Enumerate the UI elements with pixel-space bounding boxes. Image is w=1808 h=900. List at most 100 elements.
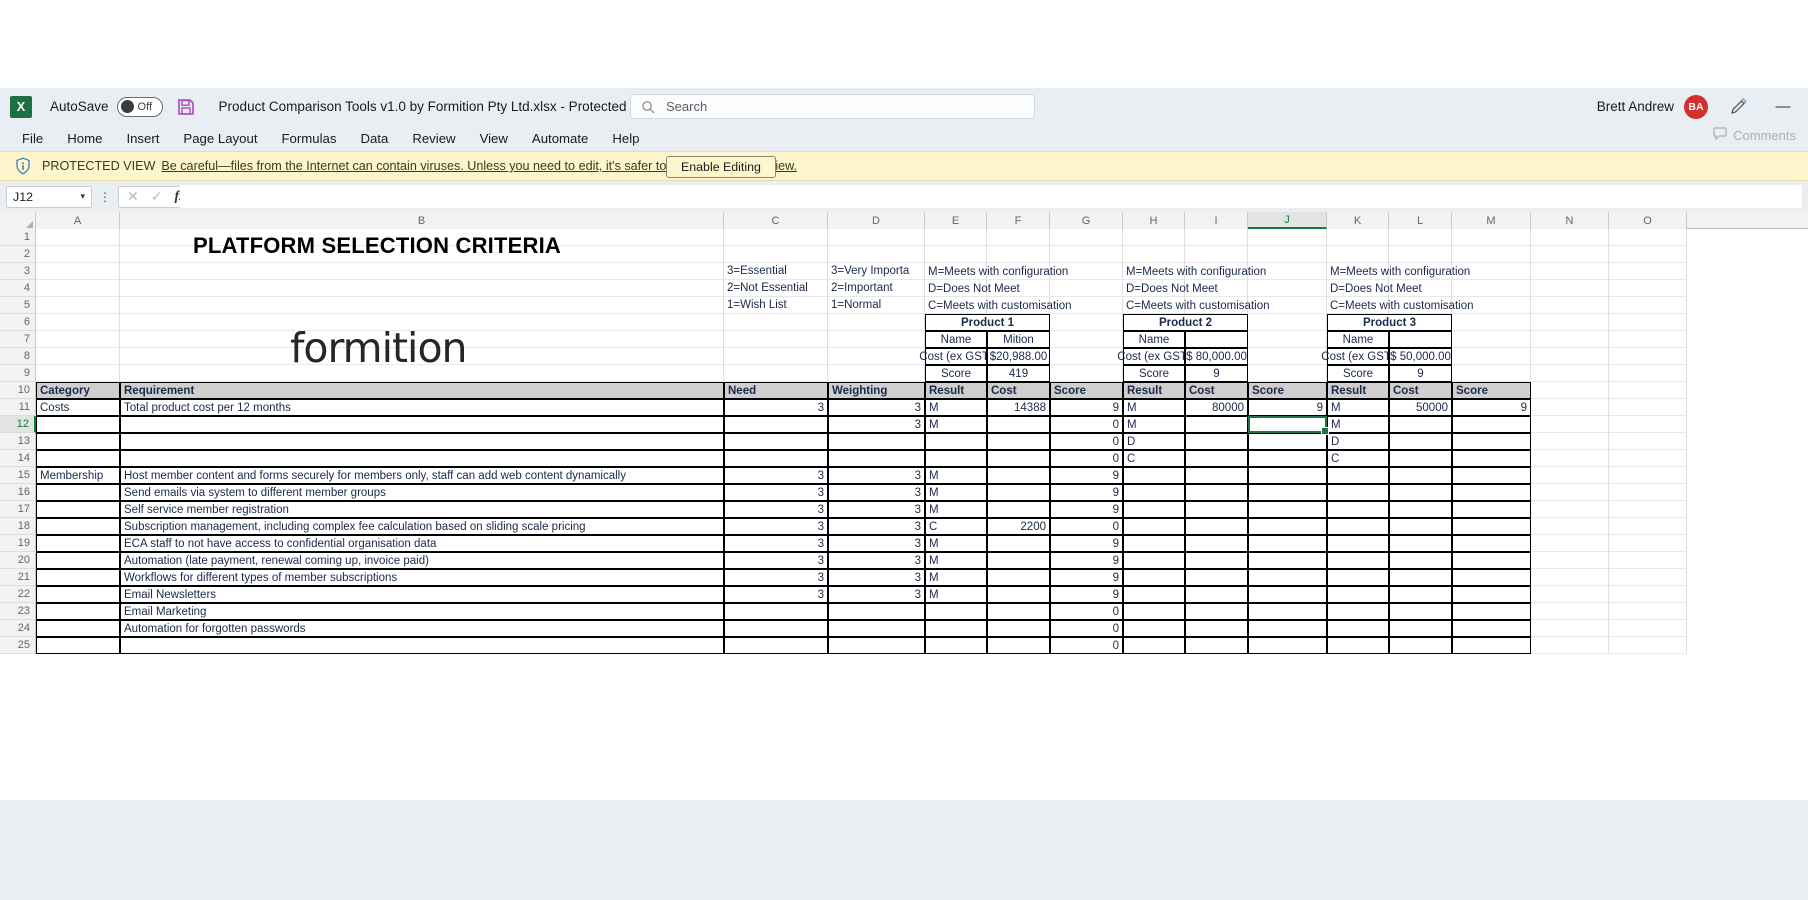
- more-vertical-icon[interactable]: ⋮: [99, 190, 111, 204]
- cell-N1[interactable]: [1531, 229, 1609, 246]
- cell-J14[interactable]: [1248, 450, 1327, 467]
- cell-I20[interactable]: [1185, 552, 1248, 569]
- column-header-m[interactable]: M: [1452, 212, 1531, 229]
- cell-J16[interactable]: [1248, 484, 1327, 501]
- product-3-name-value[interactable]: [1389, 331, 1452, 348]
- cell-H16[interactable]: [1123, 484, 1185, 501]
- cell-C22[interactable]: 3: [724, 586, 828, 603]
- cell-D20[interactable]: 3: [828, 552, 925, 569]
- cell-G6[interactable]: [1050, 314, 1123, 331]
- cell-F24[interactable]: [987, 620, 1050, 637]
- column-header-c[interactable]: C: [724, 212, 828, 229]
- cell-F11[interactable]: 14388: [987, 399, 1050, 416]
- cell-F18[interactable]: 2200: [987, 518, 1050, 535]
- tab-home[interactable]: Home: [55, 129, 114, 148]
- product-3-score-value[interactable]: 9: [1389, 365, 1452, 382]
- cell-F21[interactable]: [987, 569, 1050, 586]
- cell-M7[interactable]: [1452, 331, 1531, 348]
- cell-N22[interactable]: [1531, 586, 1609, 603]
- cell-C16[interactable]: 3: [724, 484, 828, 501]
- cell-C15[interactable]: 3: [724, 467, 828, 484]
- cell-F17[interactable]: [987, 501, 1050, 518]
- close-icon[interactable]: ✕: [127, 188, 139, 205]
- cell-B20[interactable]: Automation (late payment, renewal coming…: [120, 552, 724, 569]
- row-header-22[interactable]: 22: [0, 586, 36, 603]
- cell-I21[interactable]: [1185, 569, 1248, 586]
- cell-E24[interactable]: [925, 620, 987, 637]
- cell-N20[interactable]: [1531, 552, 1609, 569]
- cell-A7[interactable]: [36, 331, 120, 348]
- cell-I23[interactable]: [1185, 603, 1248, 620]
- cell-E12[interactable]: M: [925, 416, 987, 433]
- cell-L24[interactable]: [1389, 620, 1452, 637]
- legend-need-1[interactable]: 3=Essential: [724, 263, 828, 280]
- cell-L13[interactable]: [1389, 433, 1452, 450]
- cell-G11[interactable]: 9: [1050, 399, 1123, 416]
- cell-A6[interactable]: [36, 314, 120, 331]
- cell-F12[interactable]: [987, 416, 1050, 433]
- cell-A21[interactable]: [36, 569, 120, 586]
- cell-I11[interactable]: 80000: [1185, 399, 1248, 416]
- cell-J1[interactable]: [1248, 229, 1327, 246]
- cell-K17[interactable]: [1327, 501, 1389, 518]
- cell-G12[interactable]: 0: [1050, 416, 1123, 433]
- cell-D6[interactable]: [828, 314, 925, 331]
- cell-C25[interactable]: [724, 637, 828, 654]
- cell-L21[interactable]: [1389, 569, 1452, 586]
- cell-F25[interactable]: [987, 637, 1050, 654]
- cell-K21[interactable]: [1327, 569, 1389, 586]
- cell-E17[interactable]: M: [925, 501, 987, 518]
- cell-H11[interactable]: M: [1123, 399, 1185, 416]
- cell-O8[interactable]: [1609, 348, 1687, 365]
- cell-K23[interactable]: [1327, 603, 1389, 620]
- cell-L20[interactable]: [1389, 552, 1452, 569]
- cell-A25[interactable]: [36, 637, 120, 654]
- cell-H24[interactable]: [1123, 620, 1185, 637]
- product-1-cost-value[interactable]: $20,988.00: [987, 348, 1050, 365]
- row-header-23[interactable]: 23: [0, 603, 36, 620]
- cell-A14[interactable]: [36, 450, 120, 467]
- row-header-19[interactable]: 19: [0, 535, 36, 552]
- cell-C1[interactable]: [724, 229, 828, 246]
- cell-G20[interactable]: 9: [1050, 552, 1123, 569]
- cell-G17[interactable]: 9: [1050, 501, 1123, 518]
- cell-D24[interactable]: [828, 620, 925, 637]
- cell-G22[interactable]: 9: [1050, 586, 1123, 603]
- column-header-g[interactable]: G: [1050, 212, 1123, 229]
- cell-E23[interactable]: [925, 603, 987, 620]
- cell-H25[interactable]: [1123, 637, 1185, 654]
- column-header-k[interactable]: K: [1327, 212, 1389, 229]
- cell-N11[interactable]: [1531, 399, 1609, 416]
- cell-D2[interactable]: [828, 246, 925, 263]
- row-header-24[interactable]: 24: [0, 620, 36, 637]
- cell-B17[interactable]: Self service member registration: [120, 501, 724, 518]
- cell-O10[interactable]: [1609, 382, 1687, 399]
- cell-B21[interactable]: Workflows for different types of member …: [120, 569, 724, 586]
- cell-M13[interactable]: [1452, 433, 1531, 450]
- cell-B19[interactable]: ECA staff to not have access to confiden…: [120, 535, 724, 552]
- cell-D15[interactable]: 3: [828, 467, 925, 484]
- cell-D25[interactable]: [828, 637, 925, 654]
- cell-O12[interactable]: [1609, 416, 1687, 433]
- cell-C13[interactable]: [724, 433, 828, 450]
- cell-O3[interactable]: [1609, 263, 1687, 280]
- legend-result-p2-3[interactable]: C=Meets with customisation: [1123, 297, 1313, 314]
- cell-E20[interactable]: M: [925, 552, 987, 569]
- cell-I17[interactable]: [1185, 501, 1248, 518]
- cell-L11[interactable]: 50000: [1389, 399, 1452, 416]
- cell-N21[interactable]: [1531, 569, 1609, 586]
- row-header-7[interactable]: 7: [0, 331, 36, 348]
- cell-D1[interactable]: [828, 229, 925, 246]
- cell-O20[interactable]: [1609, 552, 1687, 569]
- row-header-12[interactable]: 12: [0, 416, 36, 433]
- cell-K22[interactable]: [1327, 586, 1389, 603]
- cell-E16[interactable]: M: [925, 484, 987, 501]
- tab-page-layout[interactable]: Page Layout: [171, 129, 269, 148]
- cell-C18[interactable]: 3: [724, 518, 828, 535]
- cell-J11[interactable]: 9: [1248, 399, 1327, 416]
- cell-M18[interactable]: [1452, 518, 1531, 535]
- cell-N15[interactable]: [1531, 467, 1609, 484]
- cell-H23[interactable]: [1123, 603, 1185, 620]
- cell-J2[interactable]: [1248, 246, 1327, 263]
- cell-K20[interactable]: [1327, 552, 1389, 569]
